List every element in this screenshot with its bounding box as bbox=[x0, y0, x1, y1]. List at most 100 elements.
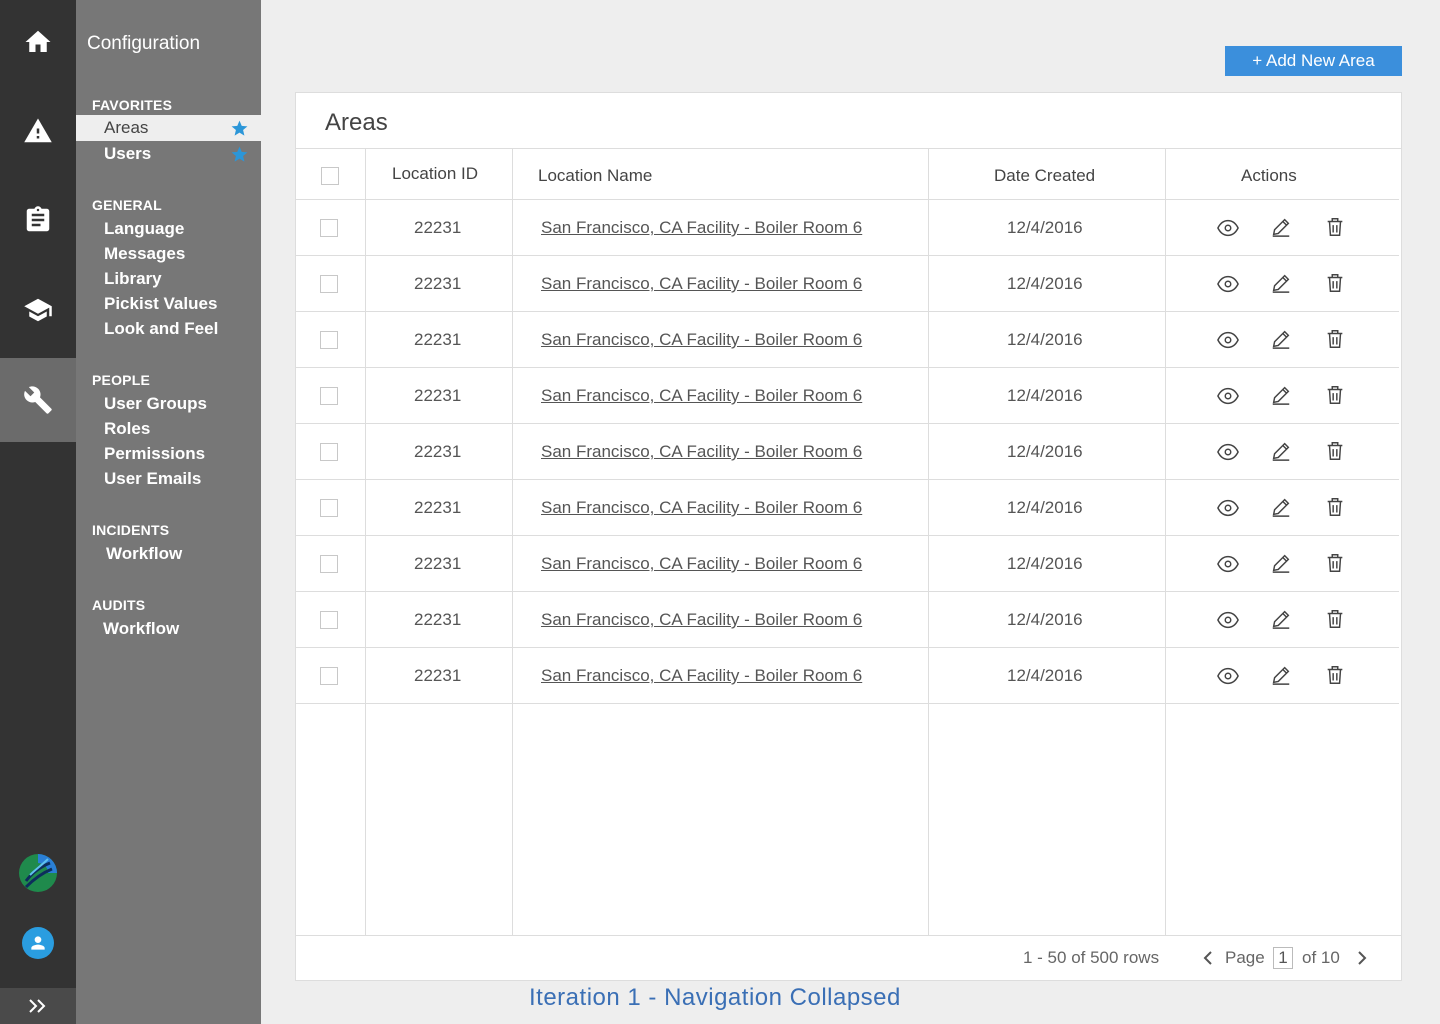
iteration-caption: Iteration 1 - Navigation Collapsed bbox=[529, 984, 901, 1011]
add-new-area-button[interactable]: + Add New Area bbox=[1225, 46, 1402, 76]
edit-button[interactable] bbox=[1270, 440, 1292, 462]
clipboard-icon bbox=[26, 206, 50, 232]
row-checkbox[interactable] bbox=[320, 611, 338, 629]
column-header-location-id[interactable]: Location ID bbox=[392, 164, 478, 184]
nav-item-picklist-values[interactable]: Pickist Values bbox=[76, 291, 261, 317]
date-created-cell: 12/4/2016 bbox=[1007, 442, 1083, 461]
delete-button[interactable] bbox=[1324, 328, 1346, 350]
view-button[interactable] bbox=[1217, 441, 1239, 463]
row-checkbox[interactable] bbox=[320, 443, 338, 461]
date-created-cell: 12/4/2016 bbox=[1007, 666, 1083, 685]
alerts-nav-button[interactable] bbox=[0, 89, 76, 173]
location-name-link[interactable]: San Francisco, CA Facility - Boiler Room… bbox=[541, 666, 862, 686]
view-button[interactable] bbox=[1217, 217, 1239, 239]
location-id-cell: 22231 bbox=[414, 442, 462, 461]
star-icon[interactable] bbox=[230, 119, 249, 138]
row-checkbox[interactable] bbox=[320, 499, 338, 517]
star-icon[interactable] bbox=[230, 145, 249, 164]
location-name-link[interactable]: San Francisco, CA Facility - Boiler Room… bbox=[541, 386, 862, 406]
location-id-cell: 22231 bbox=[414, 610, 462, 629]
column-header-date-created[interactable]: Date Created bbox=[994, 166, 1095, 186]
chevron-left-icon bbox=[1203, 951, 1212, 965]
edit-button[interactable] bbox=[1270, 272, 1292, 294]
edit-button[interactable] bbox=[1270, 496, 1292, 518]
training-nav-button[interactable] bbox=[0, 268, 76, 352]
location-name-link[interactable]: San Francisco, CA Facility - Boiler Room… bbox=[541, 330, 862, 350]
trash-icon bbox=[1327, 666, 1343, 684]
delete-button[interactable] bbox=[1324, 552, 1346, 574]
clipboard-nav-button[interactable] bbox=[0, 178, 76, 262]
page-number-input[interactable]: 1 bbox=[1273, 947, 1293, 969]
nav-item-label: Pickist Values bbox=[104, 294, 218, 313]
row-checkbox[interactable] bbox=[320, 219, 338, 237]
view-button[interactable] bbox=[1217, 553, 1239, 575]
page-total-text: of 10 bbox=[1302, 948, 1340, 967]
edit-button[interactable] bbox=[1270, 384, 1292, 406]
row-checkbox[interactable] bbox=[320, 667, 338, 685]
icon-rail bbox=[0, 0, 76, 1024]
previous-page-button[interactable] bbox=[1200, 949, 1216, 967]
nav-item-look-and-feel[interactable]: Look and Feel bbox=[76, 316, 261, 342]
edit-button[interactable] bbox=[1270, 328, 1292, 350]
delete-button[interactable] bbox=[1324, 608, 1346, 630]
date-created-cell: 12/4/2016 bbox=[1007, 218, 1083, 237]
user-profile-button[interactable] bbox=[22, 927, 54, 959]
nav-item-user-groups[interactable]: User Groups bbox=[76, 391, 261, 417]
location-name-link[interactable]: San Francisco, CA Facility - Boiler Room… bbox=[541, 610, 862, 630]
select-all-checkbox[interactable] bbox=[321, 167, 339, 185]
delete-button[interactable] bbox=[1324, 272, 1346, 294]
view-button[interactable] bbox=[1217, 497, 1239, 519]
column-header-location-name[interactable]: Location Name bbox=[538, 166, 652, 186]
nav-item-library[interactable]: Library bbox=[76, 266, 261, 292]
configuration-nav-button[interactable] bbox=[0, 358, 76, 442]
nav-item-label: Library bbox=[104, 269, 162, 288]
location-name-link[interactable]: San Francisco, CA Facility - Boiler Room… bbox=[541, 498, 862, 518]
edit-button[interactable] bbox=[1270, 552, 1292, 574]
rows-count-text: 1 - 50 of 500 rows bbox=[1023, 948, 1160, 967]
view-button[interactable] bbox=[1217, 273, 1239, 295]
nav-item-label: Workflow bbox=[103, 619, 180, 638]
expand-navigation-button[interactable] bbox=[0, 988, 76, 1024]
trash-icon bbox=[1327, 218, 1343, 236]
view-button[interactable] bbox=[1217, 609, 1239, 631]
row-divider bbox=[296, 367, 1399, 368]
delete-button[interactable] bbox=[1324, 496, 1346, 518]
location-name-link[interactable]: San Francisco, CA Facility - Boiler Room… bbox=[541, 554, 862, 574]
nav-item-user-emails[interactable]: User Emails bbox=[76, 466, 261, 492]
column-divider bbox=[928, 148, 929, 936]
chevron-right-icon bbox=[1358, 951, 1367, 965]
nav-item-users[interactable]: Users bbox=[76, 141, 261, 167]
delete-button[interactable] bbox=[1324, 664, 1346, 686]
row-checkbox[interactable] bbox=[320, 555, 338, 573]
pencil-icon bbox=[1272, 554, 1290, 573]
company-logo-icon bbox=[18, 853, 58, 893]
row-divider bbox=[296, 311, 1399, 312]
delete-button[interactable] bbox=[1324, 216, 1346, 238]
view-button[interactable] bbox=[1217, 329, 1239, 351]
view-button[interactable] bbox=[1217, 665, 1239, 687]
edit-button[interactable] bbox=[1270, 216, 1292, 238]
warning-icon bbox=[24, 118, 52, 143]
home-nav-button[interactable] bbox=[0, 0, 76, 84]
nav-item-messages[interactable]: Messages bbox=[76, 241, 261, 267]
nav-item-incidents-workflow[interactable]: Workflow bbox=[76, 541, 261, 567]
edit-button[interactable] bbox=[1270, 664, 1292, 686]
location-name-link[interactable]: San Francisco, CA Facility - Boiler Room… bbox=[541, 442, 862, 462]
nav-item-audits-workflow[interactable]: Workflow bbox=[76, 616, 261, 642]
edit-button[interactable] bbox=[1270, 608, 1292, 630]
nav-item-areas[interactable]: Areas bbox=[76, 115, 261, 141]
view-button[interactable] bbox=[1217, 385, 1239, 407]
nav-item-language[interactable]: Language bbox=[76, 216, 261, 242]
delete-button[interactable] bbox=[1324, 440, 1346, 462]
row-checkbox[interactable] bbox=[320, 331, 338, 349]
row-divider bbox=[296, 591, 1399, 592]
delete-button[interactable] bbox=[1324, 384, 1346, 406]
nav-item-label: Look and Feel bbox=[104, 319, 219, 338]
nav-item-roles[interactable]: Roles bbox=[76, 416, 261, 442]
location-name-link[interactable]: San Francisco, CA Facility - Boiler Room… bbox=[541, 274, 862, 294]
next-page-button[interactable] bbox=[1354, 949, 1370, 967]
nav-item-permissions[interactable]: Permissions bbox=[76, 441, 261, 467]
row-checkbox[interactable] bbox=[320, 275, 338, 293]
row-checkbox[interactable] bbox=[320, 387, 338, 405]
location-name-link[interactable]: San Francisco, CA Facility - Boiler Room… bbox=[541, 218, 862, 238]
